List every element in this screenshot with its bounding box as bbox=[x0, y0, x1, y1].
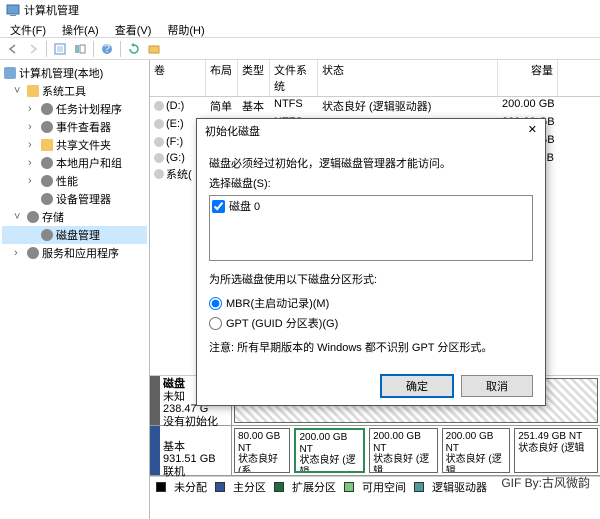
col-filesystem[interactable]: 文件系统 bbox=[270, 60, 318, 96]
disk-select-list[interactable]: 磁盘 0 bbox=[209, 195, 533, 261]
initialize-disk-dialog: 初始化磁盘 ✕ 磁盘必须经过初始化，逻辑磁盘管理器才能访问。 选择磁盘(S): … bbox=[196, 118, 546, 406]
tree-device-manager[interactable]: 设备管理器 bbox=[2, 190, 147, 208]
nav-tree[interactable]: 计算机管理(本地) ˅系统工具 ›任务计划程序 ›事件查看器 ›共享文件夹 ›本… bbox=[0, 60, 150, 519]
help-button[interactable]: ? bbox=[98, 40, 116, 58]
partition[interactable]: 251.49 GB NT状态良好 (逻辑 bbox=[514, 428, 598, 473]
tree-services[interactable]: ›服务和应用程序 bbox=[2, 244, 147, 262]
back-button[interactable] bbox=[4, 40, 22, 58]
tree-disk-management[interactable]: 磁盘管理 bbox=[2, 226, 147, 244]
dialog-hint: 磁盘必须经过初始化，逻辑磁盘管理器才能访问。 bbox=[209, 155, 533, 171]
col-type[interactable]: 类型 bbox=[238, 60, 270, 96]
disk-0-checkbox[interactable]: 磁盘 0 bbox=[212, 198, 530, 214]
options-button[interactable] bbox=[145, 40, 163, 58]
wrench-icon bbox=[27, 85, 39, 97]
forward-button[interactable] bbox=[24, 40, 42, 58]
menubar: 文件(F) 操作(A) 查看(V) 帮助(H) bbox=[0, 20, 600, 38]
cancel-button[interactable]: 取消 bbox=[461, 375, 533, 397]
partition[interactable]: 200.00 GB NT状态良好 (逻辑 bbox=[294, 428, 365, 473]
tree-system-tools[interactable]: ˅系统工具 bbox=[2, 82, 147, 100]
tree-event-viewer[interactable]: ›事件查看器 bbox=[2, 118, 147, 136]
tree-shared-folders[interactable]: ›共享文件夹 bbox=[2, 136, 147, 154]
watermark: GIF By:古风微韵 bbox=[501, 474, 590, 491]
volume-list-header: 卷 布局 类型 文件系统 状态 容量 bbox=[150, 60, 600, 97]
ok-button[interactable]: 确定 bbox=[381, 375, 453, 397]
dialog-title: 初始化磁盘 bbox=[205, 123, 260, 139]
col-layout[interactable]: 布局 bbox=[206, 60, 238, 96]
close-icon[interactable]: ✕ bbox=[528, 123, 537, 139]
menu-file[interactable]: 文件(F) bbox=[4, 20, 52, 37]
col-status[interactable]: 状态 bbox=[318, 60, 498, 96]
select-disk-label: 选择磁盘(S): bbox=[209, 175, 533, 191]
partition[interactable]: 200.00 GB NT状态良好 (逻辑 bbox=[442, 428, 511, 473]
window-title: 计算机管理 bbox=[24, 2, 79, 18]
disk-row-1[interactable]: 基本 931.51 GB 联机 80.00 GB NT状态良好 (系200.00… bbox=[150, 426, 600, 476]
refresh-button[interactable] bbox=[125, 40, 143, 58]
col-volume[interactable]: 卷 bbox=[150, 60, 206, 96]
up-button[interactable] bbox=[51, 40, 69, 58]
window-titlebar: 计算机管理 bbox=[0, 0, 600, 20]
partition[interactable]: 80.00 GB NT状态良好 (系 bbox=[234, 428, 290, 473]
volume-row[interactable]: (D:)简单基本NTFS状态良好 (逻辑驱动器)200.00 GB bbox=[150, 97, 600, 115]
disk-0-check-input[interactable] bbox=[212, 200, 225, 213]
svg-text:?: ? bbox=[104, 43, 110, 55]
tree-storage[interactable]: ˅存储 bbox=[2, 208, 147, 226]
menu-view[interactable]: 查看(V) bbox=[109, 20, 158, 37]
radio-mbr[interactable]: MBR(主启动记录)(M) bbox=[209, 293, 533, 313]
tree-local-users[interactable]: ›本地用户和组 bbox=[2, 154, 147, 172]
app-icon bbox=[6, 3, 20, 17]
partition-style-label: 为所选磁盘使用以下磁盘分区形式: bbox=[209, 271, 533, 287]
toolbar: ? bbox=[0, 38, 600, 60]
radio-gpt[interactable]: GPT (GUID 分区表)(G) bbox=[209, 313, 533, 333]
disk-color-bar bbox=[150, 376, 160, 425]
tree-root[interactable]: 计算机管理(本地) bbox=[2, 64, 147, 82]
menu-help[interactable]: 帮助(H) bbox=[161, 20, 210, 37]
menu-action[interactable]: 操作(A) bbox=[56, 20, 105, 37]
disk-color-bar bbox=[150, 426, 160, 475]
dialog-note: 注意: 所有早期版本的 Windows 都不识别 GPT 分区形式。 bbox=[209, 339, 533, 355]
show-hide-button[interactable] bbox=[71, 40, 89, 58]
col-capacity[interactable]: 容量 bbox=[498, 60, 558, 96]
partition[interactable]: 200.00 GB NT状态良好 (逻辑 bbox=[369, 428, 438, 473]
disk-info-1: 基本 931.51 GB 联机 bbox=[160, 426, 232, 475]
tree-performance[interactable]: ›性能 bbox=[2, 172, 147, 190]
tree-task-scheduler[interactable]: ›任务计划程序 bbox=[2, 100, 147, 118]
